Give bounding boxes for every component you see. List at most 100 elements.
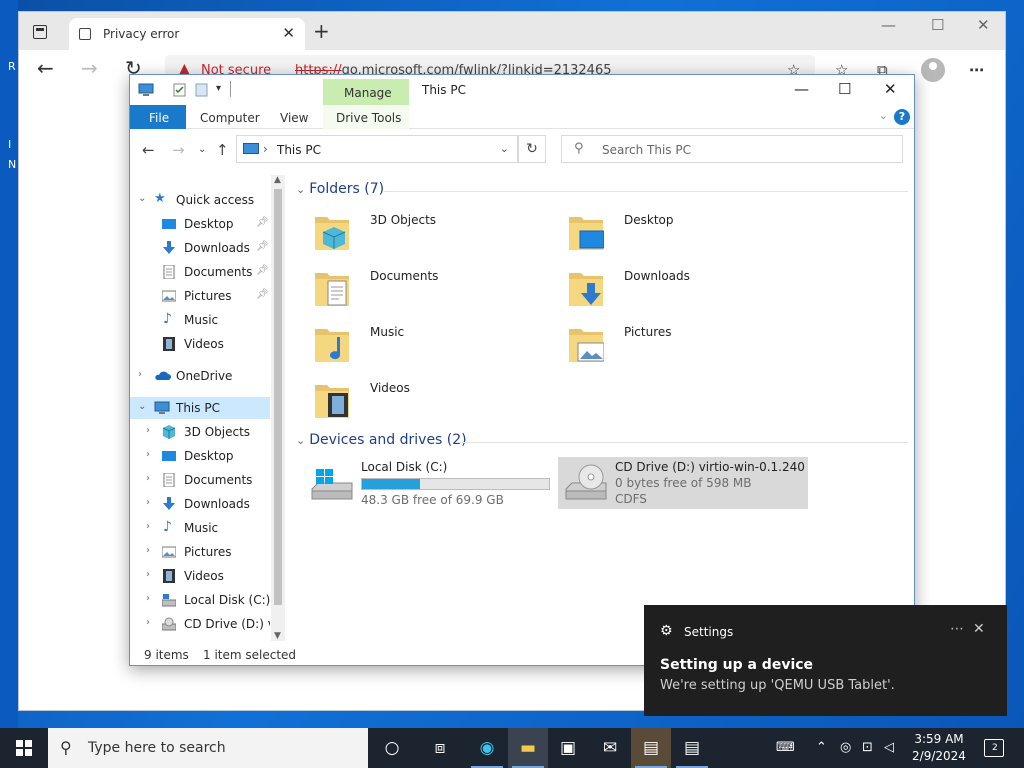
folder-item-pictures[interactable]: Pictures bbox=[558, 317, 798, 369]
up-icon[interactable]: ↑ bbox=[216, 141, 229, 159]
tree-item-downloads[interactable]: › Downloads bbox=[130, 493, 270, 515]
browser-close-icon[interactable]: ✕ bbox=[977, 16, 990, 34]
drive-item-cd-drive[interactable]: CD Drive (D:) virtio-win-0.1.240 0 bytes… bbox=[558, 457, 808, 509]
new-tab-icon[interactable]: + bbox=[313, 21, 330, 41]
forward-icon[interactable]: → bbox=[81, 58, 98, 78]
tree-item-music[interactable]: ♪ Music bbox=[130, 309, 270, 331]
scroll-down-icon[interactable]: ▼ bbox=[274, 631, 281, 641]
tab-file[interactable]: File bbox=[130, 105, 186, 129]
folder-item-desktop[interactable]: Desktop bbox=[558, 205, 798, 257]
customize-toolbar-icon[interactable]: ▾ bbox=[216, 83, 221, 94]
folder-item-music[interactable]: Music bbox=[304, 317, 544, 369]
installer-taskbar-button-2[interactable]: ▤ bbox=[672, 728, 712, 768]
tree-item-pictures[interactable]: Pictures 📌︎ bbox=[130, 285, 270, 307]
tree-item-videos[interactable]: Videos bbox=[130, 333, 270, 355]
folder-item-videos[interactable]: Videos bbox=[304, 373, 544, 425]
profile-avatar[interactable] bbox=[921, 58, 945, 82]
close-icon[interactable]: ✕ bbox=[884, 80, 897, 98]
browser-tab[interactable]: Privacy error ✕ bbox=[69, 18, 305, 50]
start-button[interactable] bbox=[0, 728, 48, 768]
tree-item-documents[interactable]: Documents 📌︎ bbox=[130, 261, 270, 283]
folders-group-header[interactable]: ⌄ Folders (7) bbox=[296, 181, 384, 197]
task-view-button[interactable]: ⧈ bbox=[420, 728, 460, 768]
speaker-muted-icon[interactable]: ◁ bbox=[884, 740, 894, 755]
tree-item-label: Downloads bbox=[184, 497, 250, 511]
notification-center-icon[interactable]: 2 bbox=[984, 739, 1004, 757]
properties-icon[interactable] bbox=[172, 83, 188, 97]
tree-item-videos[interactable]: › Videos bbox=[130, 565, 270, 587]
taskbar-search-input[interactable]: ⚲ Type here to search bbox=[48, 728, 368, 768]
drive-item-local-disk[interactable]: Local Disk (C:) 48.3 GB free of 69.9 GB bbox=[304, 457, 554, 509]
tree-item-onedrive[interactable]: › OneDrive bbox=[130, 365, 270, 387]
minimize-icon[interactable]: — bbox=[794, 80, 809, 98]
chevron-right-icon[interactable]: › bbox=[146, 545, 150, 556]
tab-manage[interactable]: Manage bbox=[323, 79, 409, 105]
tree-item-quick-access[interactable]: ⌄ ★ Quick access bbox=[130, 189, 270, 211]
folder-item-3d-objects[interactable]: 3D Objects bbox=[304, 205, 544, 257]
maximize-icon[interactable]: ☐ bbox=[838, 80, 851, 98]
tree-item-3d-objects[interactable]: › 3D Objects bbox=[130, 421, 270, 443]
installer-taskbar-button[interactable]: ▤ bbox=[631, 728, 671, 768]
cortana-button[interactable]: ○ bbox=[372, 728, 412, 768]
more-options-icon[interactable]: ⋯ bbox=[969, 61, 984, 79]
browser-minimize-icon[interactable]: — bbox=[881, 16, 896, 34]
tree-item-downloads[interactable]: Downloads 📌︎ bbox=[130, 237, 270, 259]
store-taskbar-button[interactable]: ▣ bbox=[548, 728, 588, 768]
tree-item-this-pc[interactable]: ⌄ This PC bbox=[130, 397, 270, 419]
search-input[interactable]: ⚲ Search This PC bbox=[561, 135, 903, 163]
close-tab-icon[interactable]: ✕ bbox=[282, 24, 295, 42]
scrollbar-thumb[interactable] bbox=[274, 189, 282, 605]
navigation-scrollbar[interactable]: ▲ ▼ bbox=[271, 175, 285, 641]
chevron-right-icon[interactable]: › bbox=[146, 593, 150, 604]
chevron-right-icon[interactable]: › bbox=[146, 425, 150, 436]
browser-maximize-icon[interactable]: ☐ bbox=[931, 16, 944, 34]
meet-now-icon[interactable]: ◎ bbox=[840, 740, 851, 755]
chevron-down-icon[interactable]: ⌄ bbox=[500, 142, 509, 155]
chevron-down-icon[interactable]: ⌄ bbox=[296, 434, 305, 447]
recent-locations-icon[interactable]: ⌄ bbox=[198, 144, 206, 155]
tree-item-local-disk[interactable]: › Local Disk (C:) bbox=[130, 589, 270, 611]
forward-icon[interactable]: → bbox=[172, 141, 185, 159]
back-icon[interactable]: ← bbox=[142, 141, 155, 159]
taskbar-clock[interactable]: 3:59 AM 2/9/2024 bbox=[904, 731, 974, 765]
tree-item-cd-drive[interactable]: › CD Drive (D:) virt bbox=[130, 613, 270, 635]
more-options-icon[interactable]: ⋯ bbox=[950, 621, 964, 637]
chevron-right-icon[interactable]: › bbox=[138, 369, 142, 380]
tab-computer[interactable]: Computer bbox=[200, 111, 260, 125]
network-icon[interactable]: ⊡ bbox=[862, 740, 873, 755]
refresh-icon[interactable]: ↻ bbox=[518, 135, 546, 163]
devices-group-header[interactable]: ⌄ Devices and drives (2) bbox=[296, 432, 467, 448]
chevron-down-icon[interactable]: ⌄ bbox=[138, 401, 146, 412]
input-keyboard-icon[interactable]: ⌨ bbox=[776, 740, 795, 755]
mail-taskbar-button[interactable]: ✉ bbox=[590, 728, 630, 768]
chevron-down-icon[interactable]: ⌄ bbox=[296, 183, 305, 196]
chevron-right-icon[interactable]: › bbox=[146, 569, 150, 580]
chevron-right-icon[interactable]: › bbox=[146, 473, 150, 484]
edge-taskbar-button[interactable]: ◉ bbox=[467, 728, 507, 768]
new-folder-icon[interactable] bbox=[194, 83, 210, 97]
folder-item-documents[interactable]: Documents bbox=[304, 261, 544, 313]
chevron-up-icon[interactable]: ⌃ bbox=[816, 740, 827, 755]
folder-item-downloads[interactable]: Downloads bbox=[558, 261, 798, 313]
chevron-right-icon[interactable]: › bbox=[146, 449, 150, 460]
chevron-right-icon[interactable]: › bbox=[146, 617, 150, 628]
expand-ribbon-icon[interactable]: ⌄ bbox=[879, 109, 888, 122]
chevron-right-icon[interactable]: › bbox=[146, 497, 150, 508]
address-path[interactable]: › This PC ⌄ bbox=[236, 135, 518, 163]
file-explorer-taskbar-button[interactable]: ▬ bbox=[508, 728, 548, 768]
chevron-right-icon[interactable]: › bbox=[146, 521, 150, 532]
tab-drive-tools[interactable]: Drive Tools bbox=[323, 105, 409, 129]
help-icon[interactable]: ? bbox=[894, 109, 910, 125]
chevron-down-icon[interactable]: ⌄ bbox=[138, 193, 146, 204]
tab-actions-icon[interactable] bbox=[33, 25, 47, 39]
back-icon[interactable]: ← bbox=[37, 58, 54, 78]
tree-item-desktop[interactable]: › Desktop bbox=[130, 445, 270, 467]
notification-toast[interactable]: ⚙ Settings ⋯ ✕ Setting up a device We're… bbox=[644, 605, 1007, 716]
tree-item-desktop[interactable]: Desktop 📌︎ bbox=[130, 213, 270, 235]
tab-view[interactable]: View bbox=[280, 111, 308, 125]
tree-item-pictures[interactable]: › Pictures bbox=[130, 541, 270, 563]
tree-item-music[interactable]: › ♪ Music bbox=[130, 517, 270, 539]
tree-item-documents[interactable]: › Documents bbox=[130, 469, 270, 491]
close-icon[interactable]: ✕ bbox=[973, 621, 985, 637]
scroll-up-icon[interactable]: ▲ bbox=[274, 175, 281, 185]
